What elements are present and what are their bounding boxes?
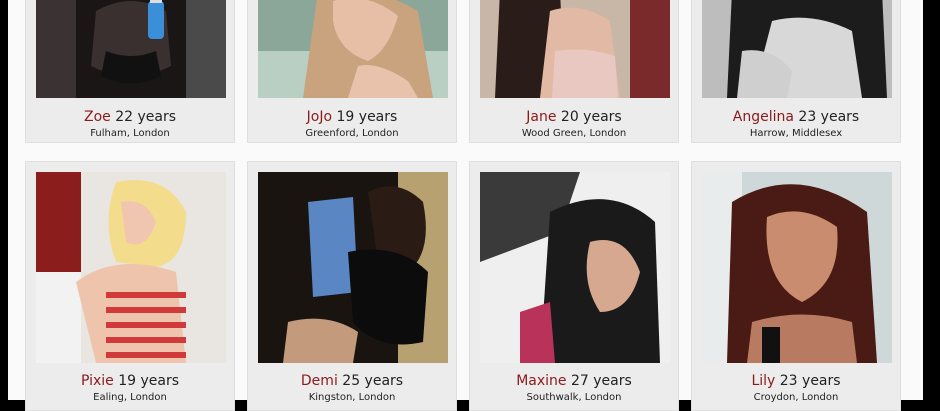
profile-photo[interactable] — [480, 172, 670, 363]
profile-name-age: JoJo 19 years — [248, 109, 456, 125]
profile-photo[interactable] — [258, 0, 448, 98]
profile-age: 27 years — [570, 373, 632, 389]
profile-name[interactable]: JoJo — [307, 109, 332, 125]
page: Zoe 22 years Fulham, London JoJo 19 year… — [0, 0, 940, 411]
profile-photo[interactable] — [36, 0, 226, 98]
profile-photo[interactable] — [702, 172, 892, 363]
profile-card[interactable]: Jane 20 years Wood Green, London — [469, 0, 679, 143]
profile-location: Ealing, London — [93, 392, 167, 403]
profile-photo[interactable] — [480, 0, 670, 98]
profile-name[interactable]: Maxine — [516, 373, 566, 389]
profile-age: 19 years — [118, 373, 180, 389]
profile-location: Kingston, London — [308, 392, 396, 403]
profile-age: 20 years — [560, 109, 622, 125]
profile-age: 25 years — [342, 373, 404, 389]
profile-age: 23 years — [779, 373, 841, 389]
profile-name[interactable]: Pixie — [81, 373, 114, 389]
profile-location: Croydon, London — [753, 392, 839, 403]
profile-card[interactable]: Pixie 19 years Ealing, London — [25, 161, 235, 411]
profile-card[interactable]: Lily 23 years Croydon, London — [691, 161, 901, 411]
profile-name-age: Maxine 27 years — [470, 373, 678, 389]
profile-location: Wood Green, London — [521, 128, 627, 139]
profile-age: 23 years — [798, 109, 860, 125]
profile-name-age: Zoe 22 years — [26, 109, 234, 125]
profile-photo[interactable] — [702, 0, 892, 98]
profile-name[interactable]: Lily — [751, 373, 775, 389]
profile-name-age: Angelina 23 years — [692, 109, 900, 125]
profile-name[interactable]: Angelina — [733, 109, 794, 125]
profile-name-age: Lily 23 years — [692, 373, 900, 389]
profile-card[interactable]: Demi 25 years Kingston, London — [247, 161, 457, 411]
profile-age: 19 years — [336, 109, 398, 125]
profile-name-age: Demi 25 years — [248, 373, 456, 389]
profile-photo[interactable] — [36, 172, 226, 363]
profile-age: 22 years — [115, 109, 177, 125]
profile-name[interactable]: Zoe — [84, 109, 111, 125]
profile-name-age: Pixie 19 years — [26, 373, 234, 389]
profile-location: Southwalk, London — [526, 392, 622, 403]
profile-name[interactable]: Demi — [301, 373, 338, 389]
profile-card[interactable]: Zoe 22 years Fulham, London — [25, 0, 235, 143]
profile-location: Fulham, London — [90, 128, 170, 139]
profile-name[interactable]: Jane — [526, 109, 556, 125]
profile-card[interactable]: Maxine 27 years Southwalk, London — [469, 161, 679, 411]
profile-name-age: Jane 20 years — [470, 109, 678, 125]
profile-location: Greenford, London — [305, 128, 399, 139]
profile-card[interactable]: Angelina 23 years Harrow, Middlesex — [691, 0, 901, 143]
profile-location: Harrow, Middlesex — [749, 128, 843, 139]
profile-grid: Zoe 22 years Fulham, London JoJo 19 year… — [8, 0, 923, 411]
profile-card[interactable]: JoJo 19 years Greenford, London — [247, 0, 457, 143]
profile-photo[interactable] — [258, 172, 448, 363]
